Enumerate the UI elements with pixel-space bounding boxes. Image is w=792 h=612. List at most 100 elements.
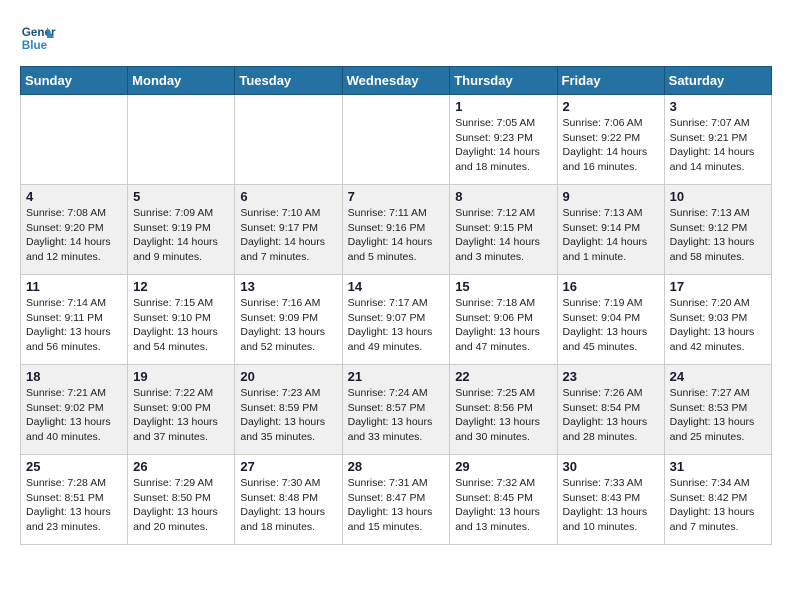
calendar-day-31: 31Sunrise: 7:34 AM Sunset: 8:42 PM Dayli… xyxy=(664,455,771,545)
day-info: Sunrise: 7:23 AM Sunset: 8:59 PM Dayligh… xyxy=(240,386,336,445)
calendar-day-8: 8 Sunrise: 7:12 AM Sunset: 9:15 PM Daylig… xyxy=(450,185,557,275)
day-info: Sunrise: 7:32 AM Sunset: 8:45 PM Dayligh… xyxy=(455,476,551,535)
logo: General Blue xyxy=(20,20,56,56)
day-number: 13 xyxy=(240,279,336,294)
logo-icon: General Blue xyxy=(20,20,56,56)
day-info: Sunrise: 7:10 AM Sunset: 9:17 PM Dayligh… xyxy=(240,206,336,265)
day-info: Sunrise: 7:05 AM Sunset: 9:23 PM Dayligh… xyxy=(455,116,551,175)
day-info: Sunrise: 7:14 AM Sunset: 9:11 PM Dayligh… xyxy=(26,296,122,355)
day-number: 5 xyxy=(133,189,229,204)
day-info: Sunrise: 7:30 AM Sunset: 8:48 PM Dayligh… xyxy=(240,476,336,535)
calendar-week-row: 1 Sunrise: 7:05 AM Sunset: 9:23 PM Daylig… xyxy=(21,95,772,185)
day-info: Sunrise: 7:06 AM Sunset: 9:22 PM Dayligh… xyxy=(563,116,659,175)
day-info: Sunrise: 7:29 AM Sunset: 8:50 PM Dayligh… xyxy=(133,476,229,535)
svg-text:Blue: Blue xyxy=(22,39,48,52)
day-number: 9 xyxy=(563,189,659,204)
day-number: 2 xyxy=(563,99,659,114)
calendar-empty-cell xyxy=(342,95,450,185)
calendar-day-10: 10 Sunrise: 7:13 AM Sunset: 9:12 PM Dayli… xyxy=(664,185,771,275)
weekday-header-tuesday: Tuesday xyxy=(235,67,342,95)
calendar-day-27: 27 Sunrise: 7:30 AM Sunset: 8:48 PM Dayli… xyxy=(235,455,342,545)
calendar-week-row: 25Sunrise: 7:28 AM Sunset: 8:51 PM Dayli… xyxy=(21,455,772,545)
calendar-empty-cell xyxy=(128,95,235,185)
day-number: 12 xyxy=(133,279,229,294)
day-number: 26 xyxy=(133,459,229,474)
day-number: 20 xyxy=(240,369,336,384)
calendar-day-21: 21 Sunrise: 7:24 AM Sunset: 8:57 PM Dayli… xyxy=(342,365,450,455)
day-number: 30 xyxy=(563,459,659,474)
calendar-day-9: 9 Sunrise: 7:13 AM Sunset: 9:14 PM Daylig… xyxy=(557,185,664,275)
day-number: 27 xyxy=(240,459,336,474)
day-number: 15 xyxy=(455,279,551,294)
calendar-table: SundayMondayTuesdayWednesdayThursdayFrid… xyxy=(20,66,772,545)
day-number: 11 xyxy=(26,279,122,294)
calendar-day-23: 23Sunrise: 7:26 AM Sunset: 8:54 PM Dayli… xyxy=(557,365,664,455)
day-info: Sunrise: 7:15 AM Sunset: 9:10 PM Dayligh… xyxy=(133,296,229,355)
day-info: Sunrise: 7:31 AM Sunset: 8:47 PM Dayligh… xyxy=(348,476,445,535)
weekday-header-sunday: Sunday xyxy=(21,67,128,95)
day-info: Sunrise: 7:07 AM Sunset: 9:21 PM Dayligh… xyxy=(670,116,766,175)
day-info: Sunrise: 7:08 AM Sunset: 9:20 PM Dayligh… xyxy=(26,206,122,265)
day-number: 28 xyxy=(348,459,445,474)
day-number: 7 xyxy=(348,189,445,204)
header: General Blue xyxy=(20,20,772,56)
day-info: Sunrise: 7:19 AM Sunset: 9:04 PM Dayligh… xyxy=(563,296,659,355)
day-number: 8 xyxy=(455,189,551,204)
calendar-day-22: 22 Sunrise: 7:25 AM Sunset: 8:56 PM Dayli… xyxy=(450,365,557,455)
day-number: 10 xyxy=(670,189,766,204)
calendar-empty-cell xyxy=(235,95,342,185)
day-info: Sunrise: 7:17 AM Sunset: 9:07 PM Dayligh… xyxy=(348,296,445,355)
day-info: Sunrise: 7:33 AM Sunset: 8:43 PM Dayligh… xyxy=(563,476,659,535)
calendar-day-5: 5Sunrise: 7:09 AM Sunset: 9:19 PM Daylig… xyxy=(128,185,235,275)
day-info: Sunrise: 7:12 AM Sunset: 9:15 PM Dayligh… xyxy=(455,206,551,265)
day-info: Sunrise: 7:24 AM Sunset: 8:57 PM Dayligh… xyxy=(348,386,445,445)
day-number: 17 xyxy=(670,279,766,294)
day-number: 19 xyxy=(133,369,229,384)
day-number: 21 xyxy=(348,369,445,384)
day-info: Sunrise: 7:25 AM Sunset: 8:56 PM Dayligh… xyxy=(455,386,551,445)
day-number: 1 xyxy=(455,99,551,114)
day-number: 18 xyxy=(26,369,122,384)
day-info: Sunrise: 7:22 AM Sunset: 9:00 PM Dayligh… xyxy=(133,386,229,445)
calendar-day-17: 17 Sunrise: 7:20 AM Sunset: 9:03 PM Dayli… xyxy=(664,275,771,365)
day-number: 16 xyxy=(563,279,659,294)
day-number: 24 xyxy=(670,369,766,384)
day-number: 23 xyxy=(563,369,659,384)
day-info: Sunrise: 7:27 AM Sunset: 8:53 PM Dayligh… xyxy=(670,386,766,445)
weekday-header-thursday: Thursday xyxy=(450,67,557,95)
day-number: 6 xyxy=(240,189,336,204)
calendar-day-6: 6 Sunrise: 7:10 AM Sunset: 9:17 PM Daylig… xyxy=(235,185,342,275)
day-info: Sunrise: 7:11 AM Sunset: 9:16 PM Dayligh… xyxy=(348,206,445,265)
calendar-day-11: 11 Sunrise: 7:14 AM Sunset: 9:11 PM Dayli… xyxy=(21,275,128,365)
calendar-day-19: 19 Sunrise: 7:22 AM Sunset: 9:00 PM Dayli… xyxy=(128,365,235,455)
weekday-header-friday: Friday xyxy=(557,67,664,95)
day-number: 4 xyxy=(26,189,122,204)
calendar-empty-cell xyxy=(21,95,128,185)
calendar-day-26: 26 Sunrise: 7:29 AM Sunset: 8:50 PM Dayli… xyxy=(128,455,235,545)
calendar-day-29: 29 Sunrise: 7:32 AM Sunset: 8:45 PM Dayli… xyxy=(450,455,557,545)
day-info: Sunrise: 7:13 AM Sunset: 9:14 PM Dayligh… xyxy=(563,206,659,265)
calendar-day-3: 3 Sunrise: 7:07 AM Sunset: 9:21 PM Daylig… xyxy=(664,95,771,185)
day-number: 29 xyxy=(455,459,551,474)
day-info: Sunrise: 7:34 AM Sunset: 8:42 PM Dayligh… xyxy=(670,476,766,535)
day-info: Sunrise: 7:20 AM Sunset: 9:03 PM Dayligh… xyxy=(670,296,766,355)
calendar-day-28: 28 Sunrise: 7:31 AM Sunset: 8:47 PM Dayli… xyxy=(342,455,450,545)
calendar-week-row: 11 Sunrise: 7:14 AM Sunset: 9:11 PM Dayli… xyxy=(21,275,772,365)
day-info: Sunrise: 7:21 AM Sunset: 9:02 PM Dayligh… xyxy=(26,386,122,445)
weekday-header-saturday: Saturday xyxy=(664,67,771,95)
calendar-week-row: 18 Sunrise: 7:21 AM Sunset: 9:02 PM Dayli… xyxy=(21,365,772,455)
weekday-header-monday: Monday xyxy=(128,67,235,95)
weekday-header-row: SundayMondayTuesdayWednesdayThursdayFrid… xyxy=(21,67,772,95)
day-info: Sunrise: 7:13 AM Sunset: 9:12 PM Dayligh… xyxy=(670,206,766,265)
day-info: Sunrise: 7:18 AM Sunset: 9:06 PM Dayligh… xyxy=(455,296,551,355)
calendar-day-4: 4 Sunrise: 7:08 AM Sunset: 9:20 PM Daylig… xyxy=(21,185,128,275)
day-number: 3 xyxy=(670,99,766,114)
calendar-day-1: 1 Sunrise: 7:05 AM Sunset: 9:23 PM Daylig… xyxy=(450,95,557,185)
calendar-day-13: 13 Sunrise: 7:16 AM Sunset: 9:09 PM Dayli… xyxy=(235,275,342,365)
day-info: Sunrise: 7:28 AM Sunset: 8:51 PM Dayligh… xyxy=(26,476,122,535)
calendar-week-row: 4 Sunrise: 7:08 AM Sunset: 9:20 PM Daylig… xyxy=(21,185,772,275)
calendar-day-20: 20 Sunrise: 7:23 AM Sunset: 8:59 PM Dayli… xyxy=(235,365,342,455)
day-number: 22 xyxy=(455,369,551,384)
day-info: Sunrise: 7:16 AM Sunset: 9:09 PM Dayligh… xyxy=(240,296,336,355)
calendar-day-7: 7 Sunrise: 7:11 AM Sunset: 9:16 PM Daylig… xyxy=(342,185,450,275)
